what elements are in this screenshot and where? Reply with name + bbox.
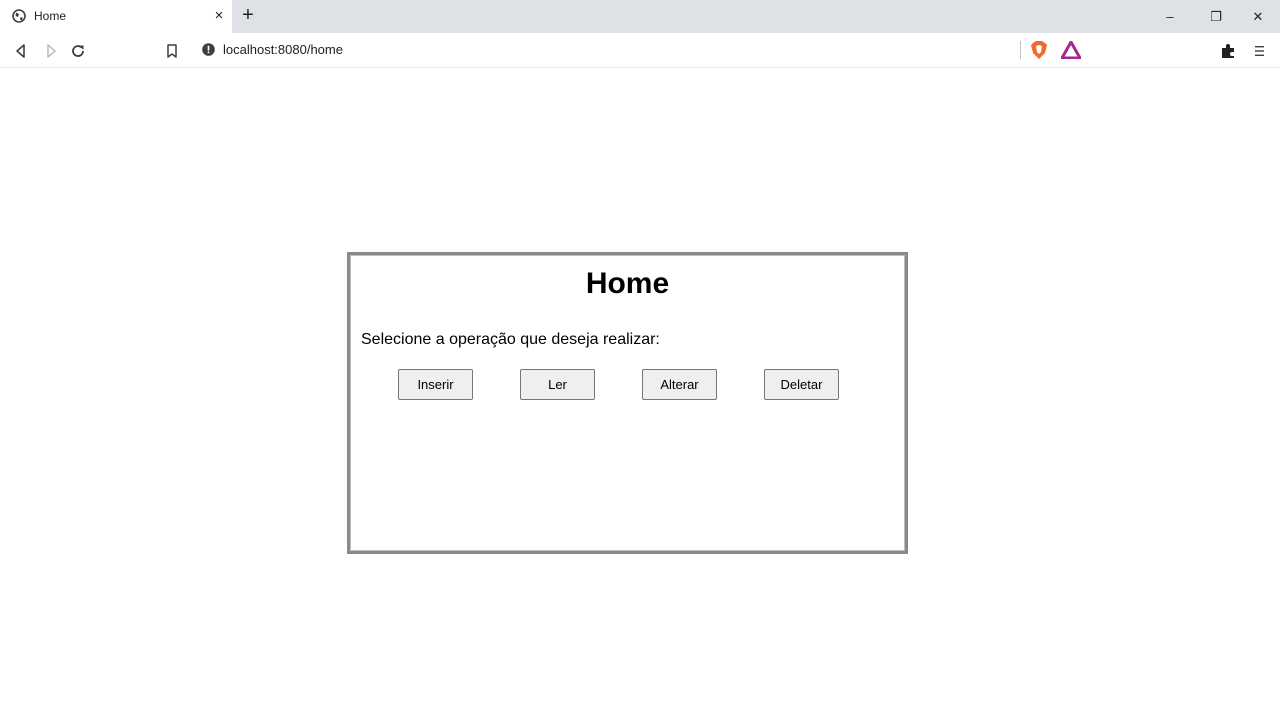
globe-icon: [12, 9, 26, 23]
tab-home[interactable]: Home ×: [0, 0, 232, 33]
minimize-button[interactable]: –: [1150, 0, 1190, 33]
close-window-button[interactable]: ✕: [1238, 0, 1278, 33]
home-card: Home Selecione a operação que deseja rea…: [347, 252, 908, 554]
address-bar-divider: [1020, 41, 1021, 59]
info-icon[interactable]: [202, 43, 215, 56]
page-title: Home: [585, 267, 670, 300]
brave-rewards-icon[interactable]: [1061, 41, 1081, 59]
reload-icon[interactable]: [68, 41, 88, 61]
restore-button[interactable]: ❐: [1196, 0, 1236, 33]
inserir-button[interactable]: Inserir: [398, 369, 473, 400]
brave-shield-icon[interactable]: [1030, 40, 1048, 60]
bookmark-icon[interactable]: [162, 41, 182, 61]
puzzle-icon[interactable]: [1218, 41, 1238, 61]
address-bar[interactable]: localhost:8080/home: [192, 36, 1088, 64]
tab-title: Home: [34, 9, 67, 23]
forward-icon[interactable]: [41, 41, 61, 61]
browser-toolbar: localhost:8080/home: [0, 33, 1280, 68]
menu-icon[interactable]: [1250, 41, 1270, 61]
operation-prompt: Selecione a operação que deseja realizar…: [361, 331, 660, 348]
deletar-button[interactable]: Deletar: [764, 369, 839, 400]
close-tab-icon[interactable]: ×: [210, 6, 228, 26]
new-tab-button[interactable]: +: [236, 5, 260, 27]
url-text[interactable]: localhost:8080/home: [223, 43, 343, 57]
tab-strip: Home × + – ❐ ✕: [0, 0, 1280, 33]
ler-button[interactable]: Ler: [520, 369, 595, 400]
alterar-button[interactable]: Alterar: [642, 369, 717, 400]
back-icon[interactable]: [11, 41, 31, 61]
